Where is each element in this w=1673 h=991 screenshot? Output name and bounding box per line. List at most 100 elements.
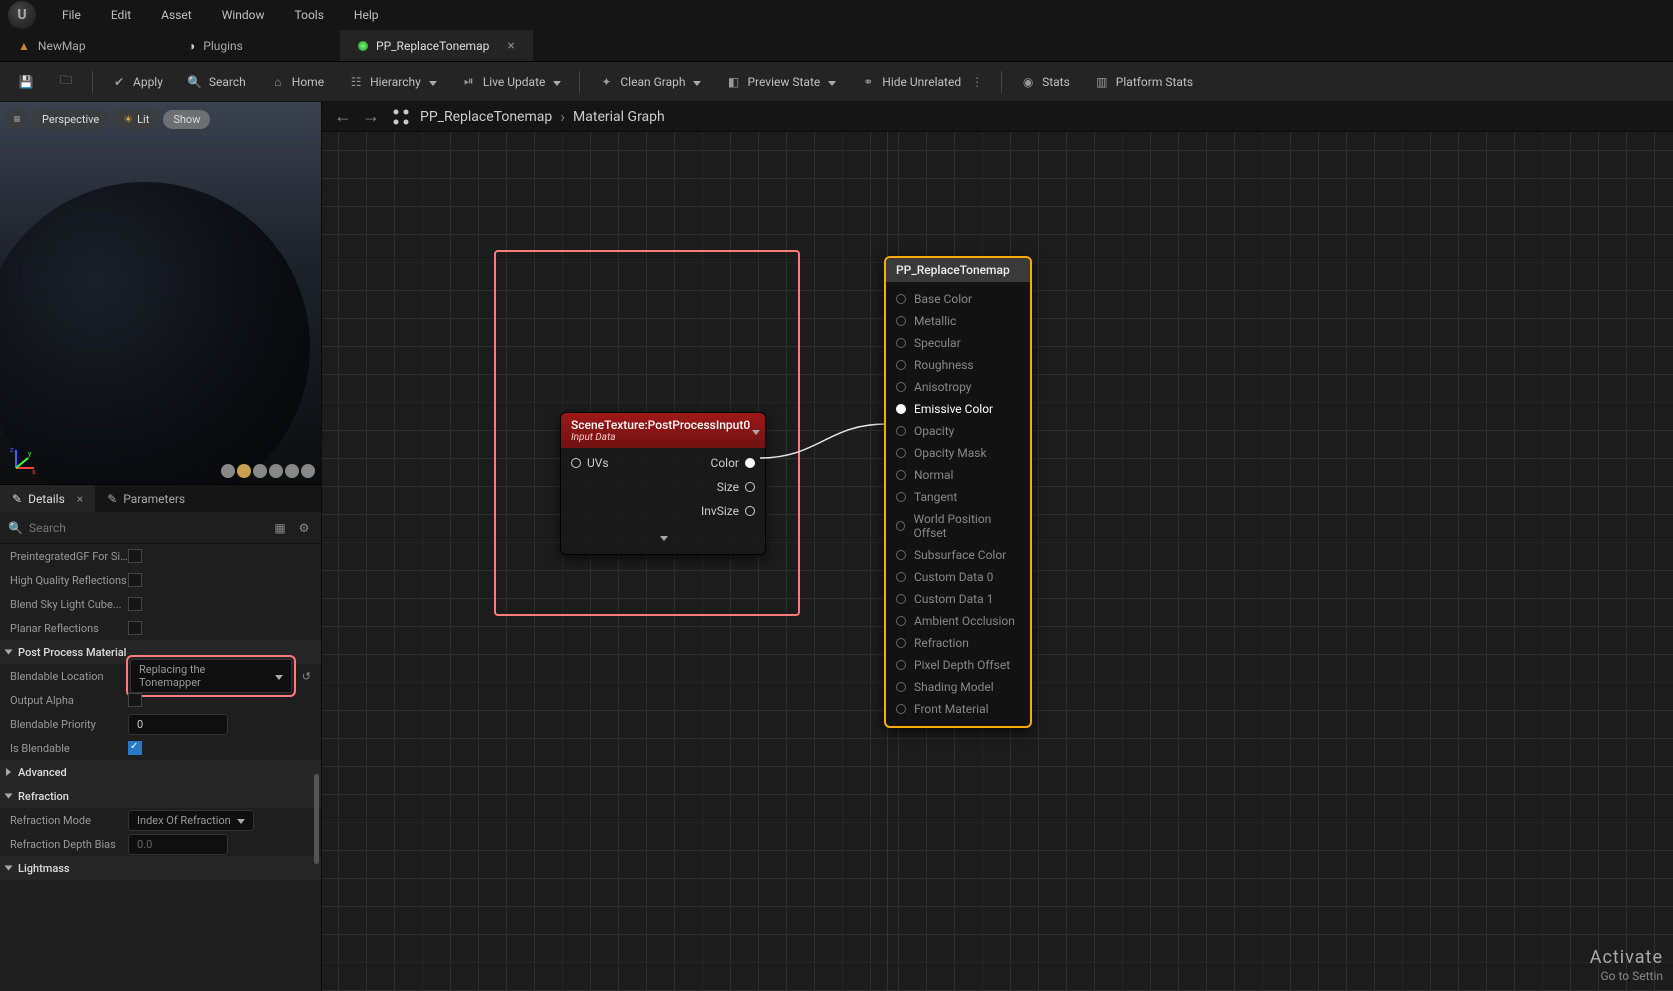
details-search-input[interactable]: [29, 521, 265, 535]
save-button[interactable]: 💾: [8, 70, 44, 94]
material-input-specular[interactable]: Specular: [886, 332, 1030, 354]
doctab-material[interactable]: PP_ReplaceTonemap ×: [340, 30, 533, 61]
scene-texture-node[interactable]: SceneTexture:PostProcessInput0 Input Dat…: [560, 412, 766, 555]
kebab-icon[interactable]: ⋮: [971, 75, 983, 89]
live-update-button[interactable]: ⏯Live Update: [451, 70, 572, 94]
material-input-subsurface-color[interactable]: Subsurface Color: [886, 544, 1030, 566]
blendable-location-dropdown[interactable]: Replacing the Tonemapper: [130, 659, 292, 693]
material-input-ambient-occlusion[interactable]: Ambient Occlusion: [886, 610, 1030, 632]
menu-asset[interactable]: Asset: [147, 4, 206, 26]
material-input-shading-model[interactable]: Shading Model: [886, 676, 1030, 698]
chevron-down-icon[interactable]: [752, 424, 760, 438]
material-input-normal[interactable]: Normal: [886, 464, 1030, 486]
input-pin[interactable]: [896, 404, 906, 414]
input-pin[interactable]: [896, 448, 906, 458]
input-pin[interactable]: [896, 638, 906, 648]
details-checkbox[interactable]: [128, 549, 142, 563]
input-pin[interactable]: [896, 382, 906, 392]
shape-teapot[interactable]: [301, 464, 315, 478]
input-pin[interactable]: [896, 294, 906, 304]
refraction-depth-input[interactable]: 0.0: [128, 834, 228, 855]
node-header[interactable]: PP_ReplaceTonemap: [886, 258, 1030, 282]
input-pin[interactable]: [571, 458, 581, 468]
material-input-opacity[interactable]: Opacity: [886, 420, 1030, 442]
section-refraction[interactable]: Refraction: [0, 784, 321, 808]
material-output-node[interactable]: PP_ReplaceTonemap Base ColorMetallicSpec…: [884, 256, 1032, 728]
refraction-mode-dropdown[interactable]: Index Of Refraction: [128, 810, 254, 831]
breadcrumb-asset[interactable]: PP_ReplaceTonemap: [420, 109, 552, 125]
material-input-anisotropy[interactable]: Anisotropy: [886, 376, 1030, 398]
material-graph-canvas[interactable]: SceneTexture:PostProcessInput0 Input Dat…: [322, 132, 1673, 991]
nav-back-button[interactable]: ←: [332, 106, 354, 128]
input-pin[interactable]: [896, 360, 906, 370]
input-pin[interactable]: [896, 316, 906, 326]
hierarchy-button[interactable]: ☷Hierarchy: [338, 70, 447, 94]
input-pin[interactable]: [896, 660, 906, 670]
shape-sphere[interactable]: [237, 464, 251, 478]
scrollbar-thumb[interactable]: [314, 774, 319, 864]
section-advanced[interactable]: Advanced: [0, 760, 321, 784]
grid-view-button[interactable]: ▦: [271, 519, 289, 537]
shape-plane[interactable]: [253, 464, 267, 478]
details-checkbox[interactable]: [128, 573, 142, 587]
browse-button[interactable]: 🗀: [48, 70, 84, 94]
section-lightmass[interactable]: Lightmass: [0, 856, 321, 880]
menu-help[interactable]: Help: [340, 4, 393, 26]
input-pin[interactable]: [896, 616, 906, 626]
hide-unrelated-button[interactable]: ⚭Hide Unrelated⋮: [850, 70, 993, 94]
nav-forward-button[interactable]: →: [360, 106, 382, 128]
shape-custom[interactable]: [285, 464, 299, 478]
input-pin[interactable]: [896, 521, 905, 531]
preview-state-button[interactable]: ◧Preview State: [715, 70, 846, 94]
input-pin[interactable]: [896, 338, 906, 348]
viewport-menu-button[interactable]: ≡: [6, 108, 28, 130]
show-toggle[interactable]: Show: [163, 110, 210, 129]
platform-stats-button[interactable]: ▥Platform Stats: [1084, 70, 1203, 94]
close-icon[interactable]: ×: [77, 492, 83, 506]
material-input-custom-data-1[interactable]: Custom Data 1: [886, 588, 1030, 610]
clean-graph-button[interactable]: ✦Clean Graph: [588, 70, 711, 94]
perspective-toggle[interactable]: Perspective: [32, 110, 109, 129]
parameters-tab[interactable]: ✎ Parameters: [95, 485, 197, 512]
output-alpha-checkbox[interactable]: [128, 693, 142, 707]
material-input-refraction[interactable]: Refraction: [886, 632, 1030, 654]
shape-cylinder[interactable]: [221, 464, 235, 478]
material-input-roughness[interactable]: Roughness: [886, 354, 1030, 376]
search-button[interactable]: 🔍Search: [177, 70, 256, 94]
details-checkbox[interactable]: [128, 621, 142, 635]
details-panel[interactable]: PreintegratedGF For Si...High Quality Re…: [0, 544, 321, 991]
menu-edit[interactable]: Edit: [97, 4, 145, 26]
lit-toggle[interactable]: ☀Lit: [113, 110, 159, 129]
input-pin[interactable]: [896, 426, 906, 436]
apply-button[interactable]: ✔Apply: [101, 70, 173, 94]
details-checkbox[interactable]: [128, 597, 142, 611]
stats-button[interactable]: ◉Stats: [1010, 70, 1080, 94]
preview-shape-buttons[interactable]: [221, 464, 315, 478]
expand-node-button[interactable]: [561, 526, 765, 548]
input-pin[interactable]: [896, 492, 906, 502]
doctab-newmap[interactable]: ▲ NewMap: [0, 30, 170, 61]
input-pin[interactable]: [896, 682, 906, 692]
material-input-front-material[interactable]: Front Material: [886, 698, 1030, 720]
menu-tools[interactable]: Tools: [281, 4, 338, 26]
output-pin-color[interactable]: [745, 458, 755, 468]
output-pin-invsize[interactable]: [745, 506, 755, 516]
input-pin[interactable]: [896, 550, 906, 560]
settings-gear-button[interactable]: ⚙: [295, 519, 313, 537]
material-input-opacity-mask[interactable]: Opacity Mask: [886, 442, 1030, 464]
node-header[interactable]: SceneTexture:PostProcessInput0 Input Dat…: [561, 413, 765, 448]
home-button[interactable]: ⌂Home: [260, 70, 334, 94]
menu-file[interactable]: File: [48, 4, 95, 26]
input-pin[interactable]: [896, 470, 906, 480]
doctab-plugins[interactable]: ◑ Plugins: [170, 30, 340, 61]
material-input-pixel-depth-offset[interactable]: Pixel Depth Offset: [886, 654, 1030, 676]
shape-cube[interactable]: [269, 464, 283, 478]
is-blendable-checkbox[interactable]: [128, 741, 142, 755]
material-input-metallic[interactable]: Metallic: [886, 310, 1030, 332]
material-input-world-position-offset[interactable]: World Position Offset: [886, 508, 1030, 544]
input-pin[interactable]: [896, 594, 906, 604]
input-pin[interactable]: [896, 572, 906, 582]
menu-window[interactable]: Window: [208, 4, 279, 26]
material-input-tangent[interactable]: Tangent: [886, 486, 1030, 508]
details-tab[interactable]: ✎ Details ×: [0, 485, 95, 512]
